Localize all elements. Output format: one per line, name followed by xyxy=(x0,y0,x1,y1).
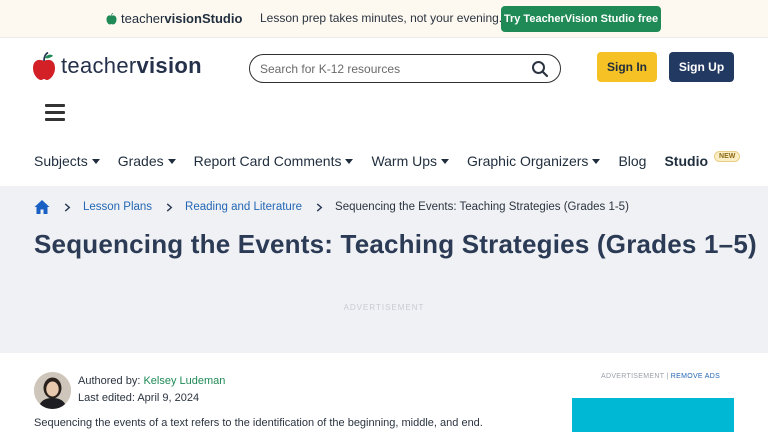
breadcrumb-reading-and-literature[interactable]: Reading and Literature xyxy=(185,201,302,213)
chevron-right-icon xyxy=(166,202,173,212)
article-paragraph: Sequencing the events of a text refers t… xyxy=(34,417,483,429)
promo-message: Lesson prep takes minutes, not your even… xyxy=(260,11,503,25)
last-edited: Last edited: April 9, 2024 xyxy=(78,392,200,404)
nav-warm-ups-label: Warm Ups xyxy=(371,153,438,169)
caret-down-icon xyxy=(91,158,100,164)
search-bar xyxy=(249,54,561,83)
studio-logo-bold: vision xyxy=(164,11,202,26)
nav-graphic-organizers[interactable]: Graphic Organizers xyxy=(467,153,601,169)
chevron-right-icon xyxy=(64,202,71,212)
author-avatar xyxy=(34,372,71,409)
nav-grades-label: Grades xyxy=(117,153,164,169)
sidebar-advertisement-text: ADVERTISEMENT xyxy=(601,373,665,380)
apple-logo-icon xyxy=(33,52,55,80)
nav-subjects[interactable]: Subjects xyxy=(34,153,100,169)
logo-text-regular: teacher xyxy=(61,53,137,78)
logo-text-bold: vision xyxy=(136,53,202,78)
caret-down-icon xyxy=(441,158,450,164)
studio-logo-regular: teacher xyxy=(121,11,165,26)
search-icon[interactable] xyxy=(531,60,549,78)
nav-warm-ups[interactable]: Warm Ups xyxy=(371,153,450,169)
breadcrumb: Lesson Plans Reading and Literature Sequ… xyxy=(34,199,629,215)
nav-studio[interactable]: Studio NEW xyxy=(664,150,741,169)
try-studio-button[interactable]: Try TeacherVision Studio free xyxy=(501,6,661,32)
promo-bar: teacher vision Studio Lesson prep takes m… xyxy=(0,0,768,38)
caret-down-icon xyxy=(167,158,176,164)
nav-report-card-comments[interactable]: Report Card Comments xyxy=(194,153,354,169)
apple-logo-icon xyxy=(106,12,117,24)
sidebar-ad-separator: | xyxy=(664,373,671,380)
sidebar-ad-box[interactable] xyxy=(572,398,734,432)
nav-graphic-organizers-label: Graphic Organizers xyxy=(467,153,589,169)
nav-blog-label: Blog xyxy=(618,153,647,169)
breadcrumb-current: Sequencing the Events: Teaching Strategi… xyxy=(335,201,629,213)
nav-grades[interactable]: Grades xyxy=(118,153,176,169)
breadcrumb-lesson-plans[interactable]: Lesson Plans xyxy=(83,201,152,213)
site-logo[interactable]: teachervision xyxy=(33,52,202,80)
nav-blog[interactable]: Blog xyxy=(618,153,646,169)
studio-logo[interactable]: teacher vision Studio xyxy=(106,11,242,26)
main-nav: Subjects Grades Report Card Comments War… xyxy=(34,150,758,171)
nav-studio-label: Studio xyxy=(664,153,709,169)
chevron-right-icon xyxy=(316,202,323,212)
hamburger-menu-icon[interactable] xyxy=(45,104,65,121)
author-line: Authored by: Kelsey Ludeman xyxy=(78,375,225,387)
search-input[interactable] xyxy=(260,61,520,77)
sidebar-ad-label: ADVERTISEMENT | REMOVE ADS xyxy=(601,373,720,380)
author-prefix: Authored by: xyxy=(78,375,144,387)
remove-ads-link[interactable]: REMOVE ADS xyxy=(671,373,720,380)
new-badge: NEW xyxy=(714,150,741,162)
sign-in-button[interactable]: Sign In xyxy=(597,52,657,82)
nav-report-card-comments-label: Report Card Comments xyxy=(193,153,342,169)
page-title: Sequencing the Events: Teaching Strategi… xyxy=(34,229,757,259)
nav-subjects-label: Subjects xyxy=(34,153,88,169)
caret-down-icon xyxy=(345,158,354,164)
sign-up-button[interactable]: Sign Up xyxy=(669,52,734,82)
studio-logo-suffix: Studio xyxy=(201,11,243,26)
author-photo xyxy=(34,372,71,409)
caret-down-icon xyxy=(592,158,601,164)
home-icon[interactable] xyxy=(34,199,50,215)
advertisement-label: ADVERTISEMENT xyxy=(343,303,425,312)
author-name-link[interactable]: Kelsey Ludeman xyxy=(143,375,225,387)
